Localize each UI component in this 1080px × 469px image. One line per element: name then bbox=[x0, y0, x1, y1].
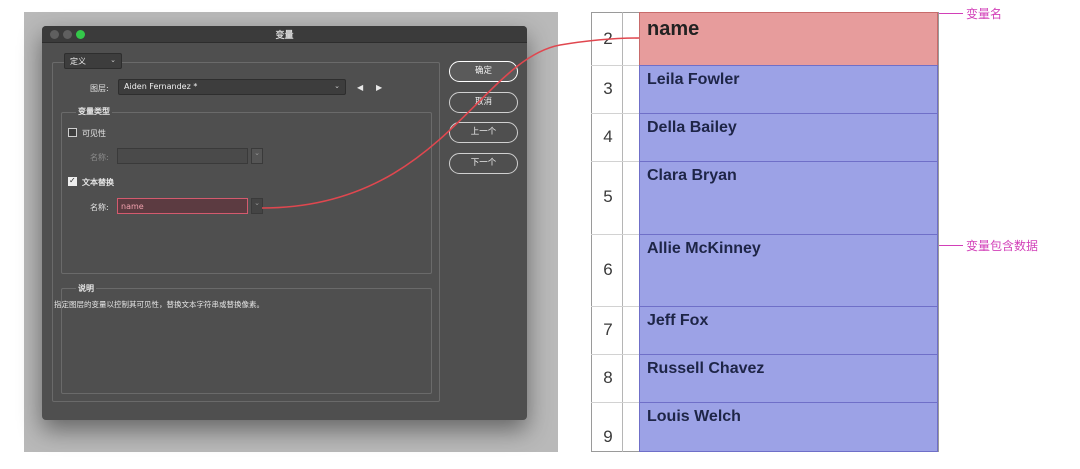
previous-layer-arrow-icon[interactable]: ◀ bbox=[357, 83, 363, 92]
text-replace-name-chevron-icon[interactable]: ⌄ bbox=[251, 198, 263, 214]
row-divider bbox=[591, 65, 639, 66]
layer-select[interactable]: Aiden Fernandez * ⌄ bbox=[118, 79, 346, 95]
description-text: 指定图层的变量以控制其可见性，替换文本字符串或替换像素。 bbox=[54, 300, 264, 309]
text-replace-label: 文本替换 bbox=[82, 178, 114, 187]
next-layer-arrow-icon[interactable]: ▶ bbox=[376, 83, 382, 92]
data-cell[interactable]: Clara Bryan bbox=[639, 161, 938, 235]
data-cell[interactable]: Jeff Fox bbox=[639, 306, 938, 355]
visibility-checkbox[interactable] bbox=[68, 128, 77, 137]
next-button[interactable]: 下一个 bbox=[449, 153, 518, 174]
data-cell[interactable]: Allie McKinney bbox=[639, 234, 938, 307]
row-divider bbox=[591, 354, 639, 355]
row-number: 3 bbox=[603, 79, 613, 98]
row-number: 2 bbox=[603, 29, 613, 48]
variable-data-leader-line bbox=[939, 245, 963, 246]
data-cell[interactable]: Della Bailey bbox=[639, 113, 938, 162]
chevron-down-icon: ⌄ bbox=[110, 56, 116, 64]
description-label: 说明 bbox=[76, 283, 96, 294]
layer-select-value: Aiden Fernandez * bbox=[124, 82, 198, 91]
visibility-name-label: 名称: bbox=[90, 153, 109, 162]
previous-button[interactable]: 上一个 bbox=[449, 122, 518, 143]
header-cell[interactable]: name bbox=[639, 12, 938, 66]
variable-type-group bbox=[61, 112, 432, 274]
text-replace-name-label: 名称: bbox=[90, 203, 109, 212]
data-cell[interactable]: Russell Chavez bbox=[639, 354, 938, 403]
column-strip bbox=[622, 12, 638, 452]
title-bar: 变量 bbox=[42, 26, 527, 43]
layer-label: 图层: bbox=[90, 84, 109, 93]
row-number: 8 bbox=[603, 368, 613, 387]
text-replace-checkbox[interactable] bbox=[68, 176, 77, 186]
dialog-title: 变量 bbox=[275, 31, 294, 41]
visibility-label: 可见性 bbox=[82, 129, 106, 138]
visibility-name-select[interactable] bbox=[117, 148, 248, 164]
text-replace-name-input[interactable]: name bbox=[117, 198, 248, 214]
row-divider bbox=[591, 234, 639, 235]
define-select[interactable]: 定义 ⌄ bbox=[64, 53, 122, 69]
row-divider bbox=[591, 161, 639, 162]
variable-data-annotation: 变量包含数据 bbox=[966, 239, 1039, 253]
data-cell[interactable]: Louis Welch bbox=[639, 402, 938, 452]
visibility-name-chevron-icon[interactable]: ⌄ bbox=[251, 148, 263, 164]
variable-name-leader-line bbox=[939, 13, 963, 14]
row-number: 6 bbox=[603, 260, 613, 279]
row-number: 7 bbox=[603, 320, 613, 339]
variable-type-label: 变量类型 bbox=[76, 106, 112, 117]
row-divider bbox=[591, 402, 639, 403]
row-divider bbox=[591, 113, 639, 114]
row-number: 5 bbox=[603, 187, 613, 206]
define-select-value: 定义 bbox=[70, 57, 86, 66]
row-number: 4 bbox=[603, 127, 613, 146]
cancel-button[interactable]: 取消 bbox=[449, 92, 518, 113]
ok-button[interactable]: 确定 bbox=[449, 61, 518, 82]
variables-dialog: 变量 定义 ⌄ 图层: Aiden Fernandez * ⌄ ◀ ▶ 变量类型… bbox=[42, 26, 527, 420]
row-divider bbox=[591, 306, 639, 307]
variable-name-annotation: 变量名 bbox=[966, 7, 1003, 21]
data-cell[interactable]: Leila Fowler bbox=[639, 65, 938, 114]
chevron-down-icon: ⌄ bbox=[334, 82, 340, 90]
row-number: 9 bbox=[603, 427, 613, 446]
